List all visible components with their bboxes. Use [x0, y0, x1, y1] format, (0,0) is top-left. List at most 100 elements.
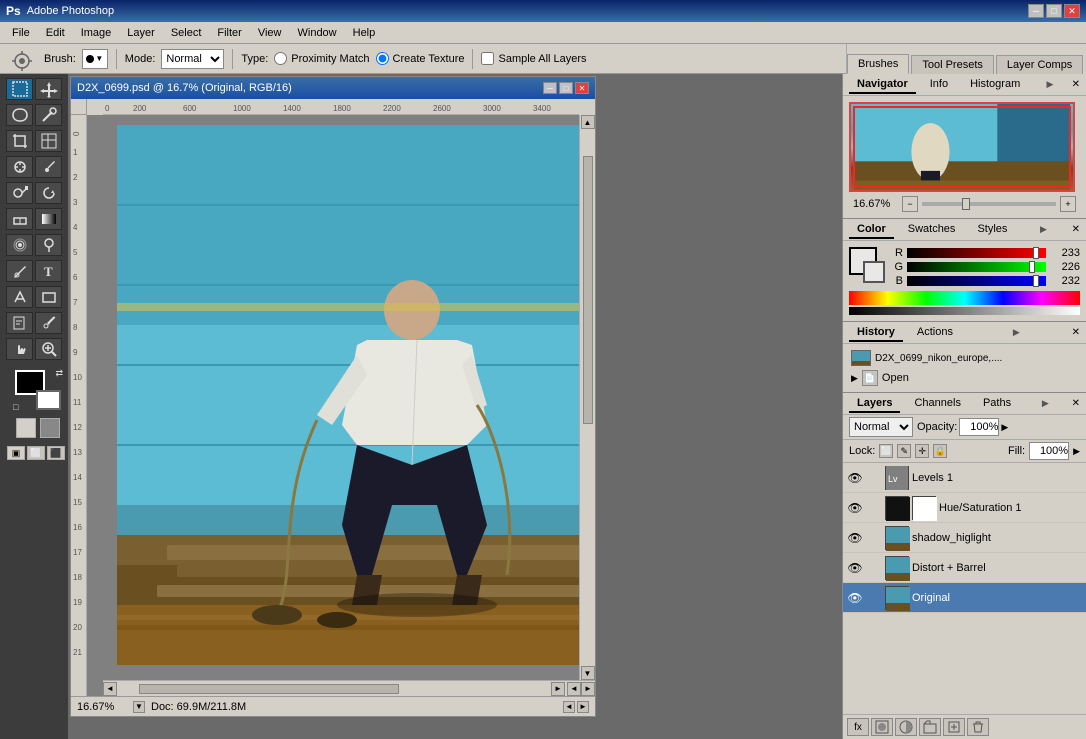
history-collapse-icon[interactable]: ▶ — [1013, 327, 1020, 338]
layers-collapse-icon[interactable]: ▶ — [1042, 398, 1049, 409]
layer-huesaturation1[interactable]: 👁 Hue/Saturation 1 — [843, 493, 1086, 523]
blue-slider[interactable] — [907, 276, 1046, 286]
tool-notes[interactable] — [6, 312, 33, 334]
add-mask-button[interactable] — [871, 718, 893, 736]
tool-slice[interactable] — [35, 130, 62, 152]
nav-right-button[interactable]: ► — [577, 701, 589, 713]
layer-levels1[interactable]: 👁 Lv Levels 1 — [843, 463, 1086, 493]
menu-filter[interactable]: Filter — [209, 25, 249, 41]
fill-arrow[interactable]: ▶ — [1073, 446, 1080, 457]
blue-slider-handle[interactable] — [1033, 275, 1039, 287]
doc-maximize-button[interactable]: □ — [559, 82, 573, 94]
menu-help[interactable]: Help — [345, 25, 384, 41]
sample-all-layers-checkbox[interactable] — [481, 52, 494, 65]
tool-lasso[interactable] — [6, 104, 33, 126]
tool-clone-stamp[interactable] — [6, 182, 33, 204]
default-colors-icon[interactable]: □ — [13, 402, 18, 412]
tool-path-select[interactable] — [6, 286, 33, 308]
tab-paths[interactable]: Paths — [975, 395, 1019, 413]
quick-mask-on-icon[interactable] — [40, 418, 60, 438]
tool-crop[interactable] — [6, 130, 33, 152]
navigator-preview[interactable] — [849, 102, 1075, 192]
green-slider-handle[interactable] — [1029, 261, 1035, 273]
tab-history[interactable]: History — [849, 324, 903, 342]
blend-mode-select[interactable]: Normal Dissolve Multiply Screen — [849, 417, 913, 437]
minimize-button[interactable]: ─ — [1028, 4, 1044, 18]
doc-close-button[interactable]: ✕ — [575, 82, 589, 94]
tool-zoom[interactable] — [35, 338, 62, 360]
scroll-right-button[interactable]: ► — [551, 682, 565, 696]
tool-move[interactable] — [35, 78, 62, 100]
color-collapse-icon[interactable]: ▶ — [1040, 224, 1047, 235]
layer-visibility-shadow[interactable]: 👁 — [847, 530, 863, 546]
color-spectrum-bar[interactable] — [849, 291, 1080, 305]
new-group-button[interactable] — [919, 718, 941, 736]
proximity-match-radio[interactable] — [274, 52, 287, 65]
layer-visibility-distort[interactable]: 👁 — [847, 560, 863, 576]
tab-layers[interactable]: Layers — [849, 395, 900, 413]
vscroll-track[interactable] — [583, 129, 593, 666]
layer-visibility-husat1[interactable]: 👁 — [847, 500, 863, 516]
doc-minimize-button[interactable]: ─ — [543, 82, 557, 94]
tool-brush[interactable] — [35, 156, 62, 178]
lock-all-icon[interactable]: 🔒 — [933, 444, 947, 458]
tool-healing-brush[interactable] — [6, 156, 33, 178]
hscroll-thumb[interactable] — [139, 684, 399, 694]
zoom-in-icon[interactable]: + — [1060, 196, 1076, 212]
menu-image[interactable]: Image — [73, 25, 120, 41]
menu-edit[interactable]: Edit — [38, 25, 73, 41]
horizontal-scrollbar[interactable]: ◄ ► ◄ ► — [103, 680, 595, 696]
standard-screen-mode-icon[interactable]: ▣ — [7, 446, 25, 460]
background-color[interactable] — [36, 390, 61, 410]
image-canvas[interactable]: ©2005 Vincent Bockaert 123di .com — [87, 115, 595, 696]
menu-file[interactable]: File — [4, 25, 38, 41]
tool-hand[interactable] — [6, 338, 33, 360]
maximize-button[interactable]: □ — [1046, 4, 1062, 18]
zoom-slider[interactable] — [922, 202, 1056, 206]
scroll-left-button[interactable]: ◄ — [103, 682, 117, 696]
swap-colors-icon[interactable]: ⇄ — [55, 368, 63, 379]
tool-eraser[interactable] — [6, 208, 33, 230]
zoom-menu-button[interactable]: ▼ — [133, 701, 145, 713]
scroll-to-end-button[interactable]: ► — [581, 682, 595, 696]
new-layer-button[interactable] — [943, 718, 965, 736]
scroll-up-button[interactable]: ▲ — [581, 115, 595, 129]
create-texture-radio[interactable] — [376, 52, 389, 65]
full-screen-no-menu-icon[interactable]: ⬛ — [47, 446, 65, 460]
new-fill-layer-button[interactable] — [895, 718, 917, 736]
tool-gradient[interactable] — [35, 208, 62, 230]
tab-channels[interactable]: Channels — [906, 395, 968, 413]
layer-shadow-higlight[interactable]: 👁 shadow_higlight — [843, 523, 1086, 553]
scroll-to-start-button[interactable]: ◄ — [567, 682, 581, 696]
bg-color-swatch[interactable] — [863, 261, 885, 283]
full-screen-mode-icon[interactable]: ⬜ — [27, 446, 45, 460]
opacity-input[interactable]: 100% — [959, 418, 999, 436]
layer-visibility-original[interactable]: 👁 — [847, 590, 863, 606]
tab-color[interactable]: Color — [849, 221, 894, 239]
navigator-panel-close[interactable]: ✕ — [1072, 79, 1080, 90]
color-panel-close[interactable]: ✕ — [1072, 224, 1080, 235]
navigator-collapse-icon[interactable]: ▶ — [1046, 79, 1053, 90]
quick-mask-off-icon[interactable] — [16, 418, 36, 438]
menu-window[interactable]: Window — [290, 25, 345, 41]
tab-swatches[interactable]: Swatches — [900, 221, 964, 239]
vscroll-thumb[interactable] — [583, 156, 593, 425]
tab-styles[interactable]: Styles — [969, 221, 1015, 239]
opacity-arrow[interactable]: ▶ — [1001, 422, 1008, 433]
brush-preview[interactable]: ▼ — [82, 49, 108, 69]
red-slider[interactable] — [907, 248, 1046, 258]
layer-visibility-levels1[interactable]: 👁 — [847, 470, 863, 486]
tab-histogram[interactable]: Histogram — [962, 76, 1028, 94]
tab-layer-comps[interactable]: Layer Comps — [996, 55, 1083, 74]
close-button[interactable]: ✕ — [1064, 4, 1080, 18]
tab-actions[interactable]: Actions — [909, 324, 961, 342]
vertical-scrollbar[interactable]: ▲ ▼ — [579, 115, 595, 680]
mode-select[interactable]: Normal Replace Multiply — [161, 49, 224, 69]
tool-blur[interactable] — [6, 234, 33, 256]
history-open-item[interactable]: ▶ 📄 Open — [847, 368, 1082, 388]
menu-select[interactable]: Select — [163, 25, 210, 41]
delete-layer-button[interactable] — [967, 718, 989, 736]
tool-text[interactable]: T — [35, 260, 62, 282]
layer-original[interactable]: 👁 Original — [843, 583, 1086, 613]
tool-pen[interactable] — [6, 260, 33, 282]
